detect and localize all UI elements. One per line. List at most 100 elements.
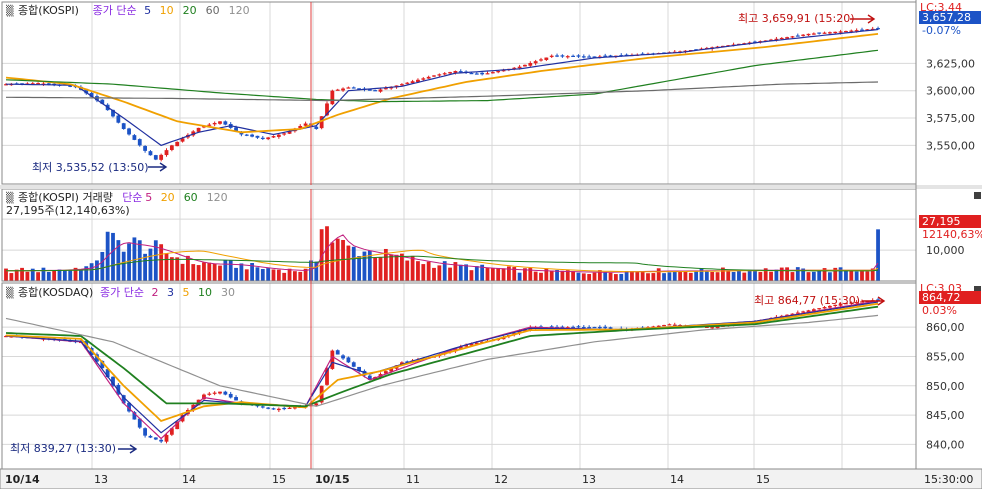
volume-bar[interactable] <box>400 253 404 281</box>
volume-bar[interactable] <box>865 271 870 281</box>
volume-bar[interactable] <box>501 268 506 281</box>
kospi-candle[interactable] <box>587 56 592 58</box>
kospi-candle[interactable] <box>212 122 217 125</box>
kospi-candle[interactable] <box>244 134 249 136</box>
volume-bar[interactable] <box>191 264 196 281</box>
kospi-candle[interactable] <box>169 145 174 150</box>
volume-bar[interactable] <box>640 271 645 281</box>
kospi-candle[interactable] <box>276 134 281 137</box>
volume-bar[interactable] <box>485 267 490 281</box>
kosdaq-candle[interactable] <box>148 435 153 438</box>
kospi-candle[interactable] <box>517 66 522 69</box>
volume-bar[interactable] <box>656 268 661 281</box>
volume-bar[interactable] <box>394 254 399 281</box>
volume-bar[interactable] <box>89 263 94 281</box>
volume-bar[interactable] <box>62 270 67 281</box>
volume-bar[interactable] <box>207 262 212 281</box>
kospi-candle[interactable] <box>448 72 452 74</box>
kosdaq-candle[interactable] <box>710 327 715 329</box>
kosdaq-candle[interactable] <box>153 437 158 440</box>
volume-bar[interactable] <box>159 244 164 281</box>
kosdaq-candle[interactable] <box>276 408 281 411</box>
volume-bar[interactable] <box>164 253 169 281</box>
volume-bar[interactable] <box>688 272 693 281</box>
kospi-candle[interactable] <box>523 64 527 67</box>
volume-bar[interactable] <box>790 272 795 281</box>
kospi-candle[interactable] <box>555 55 559 57</box>
kospi-candle[interactable] <box>260 137 265 139</box>
kospi-candle[interactable] <box>207 124 212 126</box>
volume-bar[interactable] <box>667 272 672 281</box>
volume-bar[interactable] <box>20 267 24 281</box>
volume-bar[interactable] <box>180 263 185 281</box>
kosdaq-candle[interactable] <box>266 407 271 409</box>
volume-bar[interactable] <box>694 271 699 281</box>
volume-bar[interactable] <box>218 265 222 281</box>
volume-bar[interactable] <box>769 271 773 281</box>
volume-bar[interactable] <box>95 260 99 281</box>
kospi-candle[interactable] <box>533 61 538 64</box>
kospi-candle[interactable] <box>116 115 121 123</box>
kosdaq-candle[interactable] <box>667 324 672 326</box>
volume-bar[interactable] <box>223 259 228 281</box>
kospi-candle[interactable] <box>266 137 271 140</box>
volume-bar[interactable] <box>46 271 51 281</box>
volume-bar[interactable] <box>517 272 522 281</box>
kosdaq-candle[interactable] <box>260 406 265 408</box>
kospi-candle[interactable] <box>159 154 164 160</box>
kosdaq-candle[interactable] <box>164 434 169 442</box>
kosdaq-candle[interactable] <box>571 326 575 329</box>
volume-bar[interactable] <box>544 268 549 281</box>
volume-bar[interactable] <box>731 271 736 281</box>
volume-bar[interactable] <box>849 270 854 281</box>
volume-bar[interactable] <box>699 268 704 281</box>
kosdaq-candle[interactable] <box>576 326 581 328</box>
kosdaq-candle[interactable] <box>234 397 238 401</box>
volume-bar[interactable] <box>704 270 709 281</box>
kospi-candle[interactable] <box>143 146 147 151</box>
kosdaq-candle[interactable] <box>597 326 602 329</box>
volume-bar[interactable] <box>14 269 19 281</box>
kosdaq-candle[interactable] <box>218 391 222 394</box>
volume-bar[interactable] <box>678 270 682 281</box>
kospi-candle[interactable] <box>373 90 378 92</box>
volume-bar[interactable] <box>57 269 62 281</box>
volume-bar[interactable] <box>228 260 233 281</box>
volume-bar[interactable] <box>212 263 217 281</box>
volume-bar[interactable] <box>710 271 715 281</box>
kosdaq-candle[interactable] <box>314 403 319 406</box>
kospi-candle[interactable] <box>68 85 73 87</box>
kospi-candle[interactable] <box>400 84 404 86</box>
volume-bar[interactable] <box>651 273 656 281</box>
volume-bar[interactable] <box>175 257 180 281</box>
kospi-candle[interactable] <box>271 136 276 138</box>
volume-bar[interactable] <box>111 232 115 281</box>
volume-bar[interactable] <box>624 271 629 281</box>
volume-bar[interactable] <box>255 267 260 281</box>
volume-bar[interactable] <box>137 240 142 281</box>
volume-bar[interactable] <box>410 255 415 281</box>
volume-bar[interactable] <box>351 246 356 281</box>
volume-bar[interactable] <box>646 273 650 281</box>
volume-bar[interactable] <box>244 269 249 281</box>
volume-bar[interactable] <box>276 269 281 281</box>
volume-bar[interactable] <box>683 271 688 281</box>
volume-bar[interactable] <box>52 270 57 281</box>
kospi-candle[interactable] <box>148 151 153 156</box>
kospi-candle[interactable] <box>421 78 426 80</box>
volume-bar[interactable] <box>753 270 757 281</box>
volume-bar[interactable] <box>571 271 575 281</box>
kospi-candle[interactable] <box>795 35 800 37</box>
volume-bar[interactable] <box>828 272 832 281</box>
kosdaq-candle[interactable] <box>822 307 827 309</box>
volume-bar[interactable] <box>325 226 329 281</box>
volume-bar[interactable] <box>806 272 811 281</box>
volume-bar[interactable] <box>25 271 30 281</box>
volume-bar[interactable] <box>271 269 276 281</box>
volume-bar[interactable] <box>298 271 303 281</box>
kospi-candle[interactable] <box>779 37 784 40</box>
volume-bar[interactable] <box>576 272 581 281</box>
kosdaq-candle[interactable] <box>346 357 351 363</box>
kosdaq-candle[interactable] <box>587 327 592 329</box>
kospi-candle[interactable] <box>255 135 260 138</box>
